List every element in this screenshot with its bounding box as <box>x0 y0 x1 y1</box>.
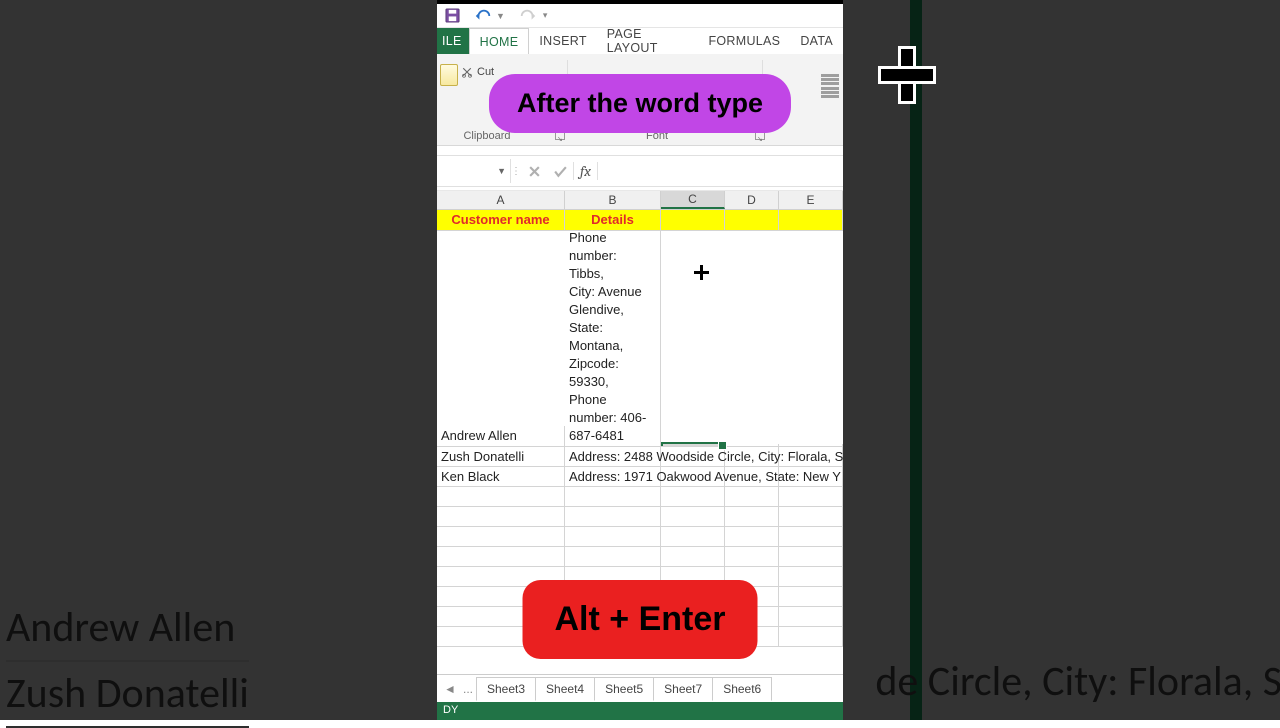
col-header-D[interactable]: D <box>725 191 779 209</box>
save-icon[interactable] <box>445 8 460 23</box>
cell[interactable] <box>779 547 843 566</box>
cell-C1[interactable] <box>661 210 725 230</box>
cell[interactable] <box>779 607 843 626</box>
formula-bar: ▼ ⋮ fx <box>437 155 843 187</box>
cell[interactable] <box>779 527 843 546</box>
cut-button[interactable]: Cut <box>461 66 494 78</box>
sheet-tab[interactable]: Sheet7 <box>653 677 713 701</box>
tab-formulas[interactable]: FORMULAS <box>698 28 790 54</box>
col-header-B[interactable]: B <box>565 191 661 209</box>
table-row: Zush Donatelli Address: 2488 Woodside Ci… <box>437 447 843 467</box>
table-row <box>437 487 843 507</box>
cell[interactable] <box>437 547 565 566</box>
cell[interactable] <box>565 527 661 546</box>
cell[interactable] <box>779 627 843 646</box>
cell-B3[interactable]: Address: 2488 Woodside Circle, City: Flo… <box>565 447 661 466</box>
cell-A3[interactable]: Zush Donatelli <box>437 447 565 466</box>
tab-data[interactable]: DATA <box>790 28 843 54</box>
insert-function-icon[interactable]: fx <box>573 162 598 180</box>
sheet-tab[interactable]: Sheet6 <box>712 677 772 701</box>
cell[interactable] <box>565 487 661 506</box>
table-row <box>437 507 843 527</box>
cell[interactable] <box>437 527 565 546</box>
col-header-C[interactable]: C <box>661 191 725 209</box>
cell-D2[interactable] <box>725 444 779 446</box>
cell[interactable] <box>779 567 843 586</box>
cell-C2-selected[interactable] <box>661 442 725 446</box>
sheet-nav-more-icon[interactable]: ... <box>459 682 477 696</box>
cursor-plus-icon <box>694 265 710 281</box>
cell[interactable] <box>565 507 661 526</box>
name-box-dropdown-icon[interactable]: ▼ <box>497 166 506 176</box>
column-headers: A B C D E <box>437 190 843 210</box>
name-box[interactable]: ▼ <box>437 159 511 183</box>
undo-icon[interactable] <box>474 9 492 23</box>
tab-page-layout[interactable]: PAGE LAYOUT <box>597 28 699 54</box>
confirm-edit-icon[interactable] <box>547 159 573 183</box>
tab-insert[interactable]: INSERT <box>529 28 596 54</box>
table-row: Ken Black Address: 1971 Oakwood Avenue, … <box>437 467 843 487</box>
cell[interactable] <box>661 547 725 566</box>
cell-B3-text: Address: 2488 Woodside Circle, City: Flo… <box>569 448 843 466</box>
sheet-tab[interactable]: Sheet5 <box>594 677 654 701</box>
cell[interactable] <box>779 487 843 506</box>
cell[interactable] <box>725 547 779 566</box>
cell-D1[interactable] <box>725 210 779 230</box>
backdrop-stripe <box>910 0 922 720</box>
col-header-A[interactable]: A <box>437 191 565 209</box>
cell-A2[interactable]: Andrew Allen <box>437 426 565 446</box>
tab-file[interactable]: ILE <box>437 28 469 54</box>
cell-E1[interactable] <box>779 210 843 230</box>
ribbon-tabs: ILE HOME INSERT PAGE LAYOUT FORMULAS DAT… <box>437 28 843 54</box>
cell[interactable] <box>725 487 779 506</box>
table-row <box>437 547 843 567</box>
undo-dropdown-icon[interactable]: ▼ <box>496 11 505 21</box>
cell-B2[interactable]: Phone number: Tibbs, City: Avenue Glendi… <box>565 228 661 446</box>
cell[interactable] <box>661 487 725 506</box>
cell[interactable] <box>437 507 565 526</box>
backdrop-name-2: Zush Donatelli <box>6 662 249 728</box>
cell[interactable] <box>725 527 779 546</box>
alignment-icons[interactable] <box>821 74 839 90</box>
header-customer-name[interactable]: Customer name <box>437 210 565 230</box>
cell[interactable] <box>437 487 565 506</box>
paste-icon[interactable] <box>440 64 458 86</box>
sheet-tab-bar: ◄ ... Sheet3 Sheet4 Sheet5 Sheet7 Sheet6 <box>437 674 843 702</box>
quick-access-toolbar: ▼ ▾ <box>437 4 843 28</box>
cell[interactable] <box>661 527 725 546</box>
table-row <box>437 527 843 547</box>
cell-B4[interactable]: Address: 1971 Oakwood Avenue, State: New… <box>565 467 661 486</box>
cell-E2[interactable] <box>779 444 843 446</box>
cell-B4-text: Address: 1971 Oakwood Avenue, State: New… <box>569 468 841 486</box>
sheet-nav-prev-icon[interactable]: ◄ <box>441 682 459 696</box>
excel-window: ▼ ▾ ILE HOME INSERT PAGE LAYOUT FORMULAS… <box>437 0 843 720</box>
sheet-tab[interactable]: Sheet4 <box>535 677 595 701</box>
cell[interactable] <box>779 507 843 526</box>
qat-customize-icon[interactable]: ▾ <box>543 10 548 21</box>
cell[interactable] <box>779 587 843 606</box>
status-ready: DY <box>443 704 458 716</box>
redo-icon[interactable] <box>519 9 537 23</box>
cell-B2-text: Phone number: Tibbs, City: Avenue Glendi… <box>569 230 646 443</box>
cancel-edit-icon[interactable] <box>521 159 547 183</box>
table-row: Andrew Allen Phone number: Tibbs, City: … <box>437 231 843 447</box>
overlay-instruction-top: After the word type <box>489 74 791 133</box>
backdrop-names: Andrew Allen Zush Donatelli <box>6 596 249 728</box>
backdrop-right-fragment: de Circle, City: Florala, S <box>875 656 1280 707</box>
cut-label: Cut <box>477 66 494 78</box>
tab-home[interactable]: HOME <box>469 28 530 54</box>
cell[interactable] <box>725 507 779 526</box>
cell[interactable] <box>565 547 661 566</box>
status-bar: DY <box>437 702 843 720</box>
sheet-tab[interactable]: Sheet3 <box>476 677 536 701</box>
formula-input[interactable] <box>598 159 843 183</box>
col-header-E[interactable]: E <box>779 191 843 209</box>
overlay-shortcut: Alt + Enter <box>523 580 758 659</box>
cell-A4[interactable]: Ken Black <box>437 467 565 486</box>
backdrop-name-1: Andrew Allen <box>6 596 249 662</box>
header-details[interactable]: Details <box>565 210 661 230</box>
cell[interactable] <box>661 507 725 526</box>
fx-sep: ⋮ <box>511 166 521 177</box>
